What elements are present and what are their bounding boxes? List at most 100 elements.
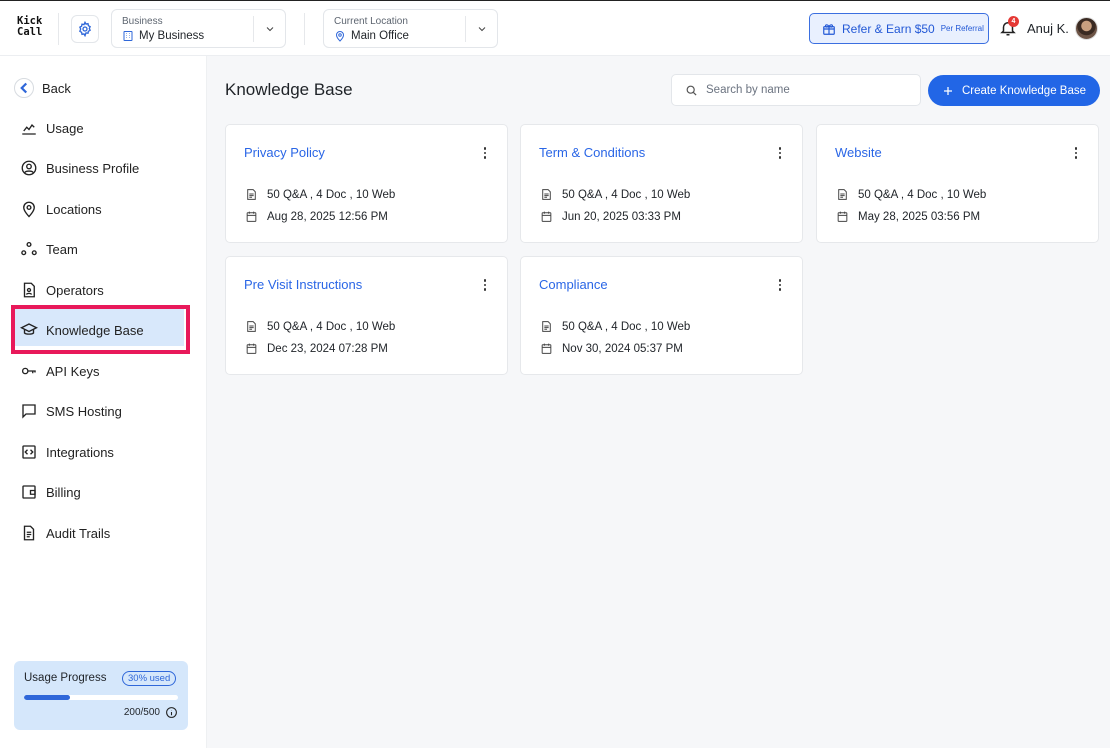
card-date: Nov 30, 2024 05:37 PM: [562, 342, 683, 355]
sidebar-item-billing[interactable]: Billing: [20, 481, 81, 503]
active-item-outline: [11, 305, 190, 354]
card-title[interactable]: Compliance: [539, 277, 608, 292]
document-icon: [542, 189, 551, 200]
sidebar-item-usage[interactable]: Usage: [20, 117, 84, 139]
operator-icon: [23, 282, 35, 298]
sidebar-item-label: Integrations: [46, 444, 114, 460]
business-value: My Business: [139, 30, 205, 42]
refer-sub-label: Per Referral: [940, 24, 984, 33]
business-selector[interactable]: Business My Business: [111, 9, 286, 48]
refer-earn-button[interactable]: Refer & Earn $50 Per Referral: [809, 13, 989, 44]
card-stats: 50 Q&A , 4 Doc , 10 Web: [562, 320, 691, 333]
knowledge-base-card[interactable]: Website 50 Q&A , 4 Doc , 10 Web May 28, …: [816, 124, 1099, 243]
sidebar-item-label: Team: [46, 241, 78, 257]
knowledge-base-card[interactable]: Compliance 50 Q&A , 4 Doc , 10 Web Nov 3…: [520, 256, 803, 375]
location-selector[interactable]: Current Location Main Office: [323, 9, 498, 48]
document-icon: [542, 321, 551, 332]
card-title[interactable]: Privacy Policy: [244, 145, 325, 160]
calendar-icon: [837, 211, 848, 222]
business-dropdown-toggle[interactable]: [253, 16, 285, 42]
chart-icon: [22, 123, 36, 135]
card-stats: 50 Q&A , 4 Doc , 10 Web: [858, 188, 987, 201]
card-stats: 50 Q&A , 4 Doc , 10 Web: [562, 188, 691, 201]
card-date: Dec 23, 2024 07:28 PM: [267, 342, 388, 355]
knowledge-base-card[interactable]: Pre Visit Instructions 50 Q&A , 4 Doc , …: [225, 256, 508, 375]
card-title[interactable]: Pre Visit Instructions: [244, 277, 362, 292]
location-dropdown-toggle[interactable]: [465, 16, 497, 42]
sidebar-item-label: Locations: [46, 201, 102, 217]
chevron-down-icon: [266, 27, 273, 32]
usage-count: 200/500: [123, 707, 160, 718]
knowledge-base-card[interactable]: Privacy Policy 50 Q&A , 4 Doc , 10 Web A…: [225, 124, 508, 243]
sidebar-item-label: Billing: [46, 484, 81, 500]
more-options-icon[interactable]: [774, 145, 786, 161]
chevron-down-icon: [478, 27, 485, 32]
settings-button[interactable]: [71, 15, 99, 43]
business-label: Business: [122, 16, 163, 27]
logo[interactable]: Kick Call: [17, 16, 42, 38]
calendar-icon: [541, 211, 552, 222]
divider: [58, 13, 59, 45]
sidebar-item-audit-trails[interactable]: Audit Trails: [20, 522, 110, 544]
key-icon: [21, 367, 36, 375]
create-knowledge-base-button[interactable]: Create Knowledge Base: [928, 75, 1100, 106]
more-options-icon[interactable]: [479, 145, 491, 161]
document-icon: [247, 189, 256, 200]
card-date: Jun 20, 2025 03:33 PM: [562, 210, 681, 223]
usage-progress-fill: [24, 695, 71, 700]
gear-icon: [79, 21, 91, 37]
top-bar: Kick Call Business My Business Current L…: [0, 0, 1110, 56]
sidebar-item-label: Audit Trails: [46, 525, 111, 541]
sidebar-item-label: Business Profile: [46, 160, 140, 176]
calendar-icon: [246, 211, 257, 222]
search-box[interactable]: [671, 74, 921, 106]
location-pin-icon: [335, 31, 345, 42]
user-circle-icon: [21, 160, 37, 176]
wallet-icon: [22, 485, 36, 499]
info-icon[interactable]: [165, 706, 178, 719]
document-icon: [247, 321, 256, 332]
building-icon: [123, 31, 133, 41]
chevron-left-icon: [20, 82, 28, 94]
calendar-icon: [246, 343, 257, 354]
usage-badge: 30% used: [122, 671, 177, 686]
knowledge-base-card[interactable]: Term & Conditions 50 Q&A , 4 Doc , 10 We…: [520, 124, 803, 243]
search-input[interactable]: [706, 84, 896, 96]
create-label: Create Knowledge Base: [961, 84, 1087, 97]
notifications-button[interactable]: 4: [999, 16, 1019, 39]
sidebar-item-locations[interactable]: Locations: [20, 198, 102, 220]
page-title: Knowledge Base: [225, 80, 353, 99]
usage-progress-card: Usage Progress 30% used 200/500: [14, 661, 188, 730]
sidebar-item-operators[interactable]: Operators: [20, 279, 104, 301]
calendar-icon: [541, 343, 552, 354]
sidebar-item-sms-hosting[interactable]: SMS Hosting: [20, 400, 122, 422]
pin-icon: [23, 201, 35, 218]
sidebar-item-business-profile[interactable]: Business Profile: [20, 157, 139, 179]
sidebar-item-label: Usage: [46, 120, 84, 136]
plus-icon: [943, 86, 952, 95]
team-icon: [21, 241, 37, 256]
gift-icon: [823, 23, 835, 35]
document-icon: [23, 525, 35, 541]
back-button[interactable]: Back: [14, 77, 71, 99]
search-icon: [686, 85, 697, 96]
message-icon: [22, 404, 36, 419]
sidebar-item-label: Operators: [46, 282, 104, 298]
logo-line-2: Call: [17, 26, 43, 38]
location-value: Main Office: [351, 30, 409, 42]
more-options-icon[interactable]: [774, 277, 786, 293]
sidebar-item-label: SMS Hosting: [46, 403, 122, 419]
back-label: Back: [42, 80, 71, 96]
card-stats: 50 Q&A , 4 Doc , 10 Web: [267, 320, 396, 333]
more-options-icon[interactable]: [1070, 145, 1082, 161]
code-icon: [22, 445, 36, 459]
avatar[interactable]: [1075, 17, 1098, 40]
more-options-icon[interactable]: [479, 277, 491, 293]
card-title[interactable]: Term & Conditions: [539, 145, 645, 160]
card-date: May 28, 2025 03:56 PM: [858, 210, 981, 223]
sidebar-item-api-keys[interactable]: API Keys: [20, 360, 99, 382]
user-name[interactable]: Anuj K.: [1027, 21, 1069, 36]
card-title[interactable]: Website: [835, 145, 882, 160]
sidebar-item-team[interactable]: Team: [20, 238, 78, 260]
sidebar-item-integrations[interactable]: Integrations: [20, 441, 114, 463]
